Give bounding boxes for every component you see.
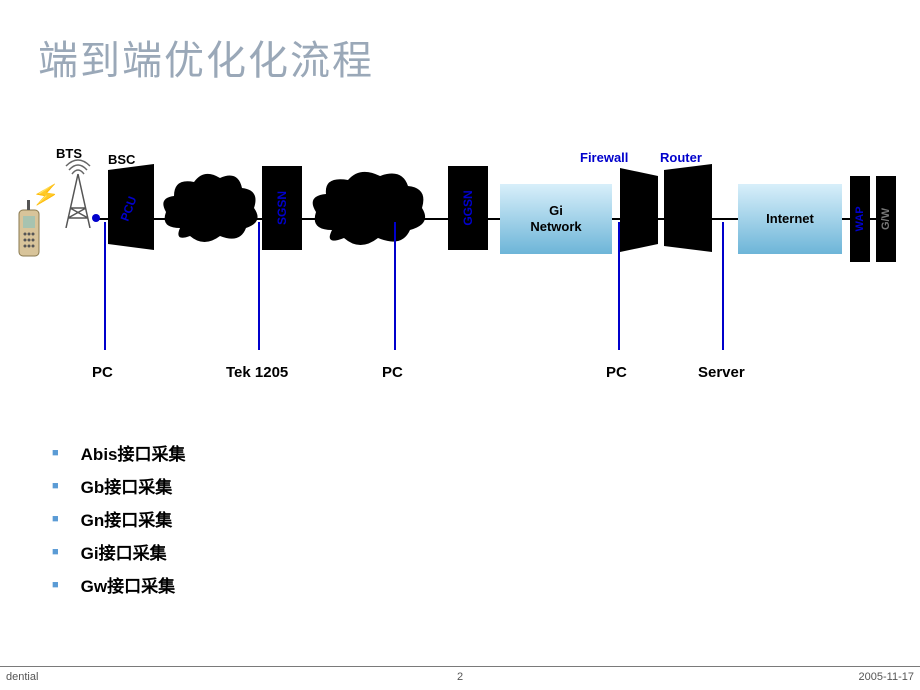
footer-date: 2005-11-17 xyxy=(859,671,914,683)
node-sgsn: SGSN xyxy=(262,166,302,250)
cloud-icon xyxy=(160,168,260,246)
slide-footer: dential 2 2005-11-17 xyxy=(0,666,920,690)
bullet-item: Abis接口采集 xyxy=(52,440,186,465)
tap-label-pc2: PC xyxy=(382,364,403,381)
node-gi-network: Gi Network xyxy=(500,184,612,254)
label-firewall: Firewall xyxy=(580,150,628,165)
node-router xyxy=(664,164,712,252)
node-ggsn: GGSN xyxy=(448,166,488,250)
network-diagram: BTS BSC Firewall Router ⚡ xyxy=(0,140,920,400)
node-gw: G/W xyxy=(876,176,896,262)
tap-line xyxy=(104,222,106,350)
slide: 端到端优化化流程 BTS BSC Firewall Router ⚡ xyxy=(0,0,920,690)
bullet-item: Gn接口采集 xyxy=(52,506,186,531)
tap-label-tek: Tek 1205 xyxy=(226,364,288,381)
label-router: Router xyxy=(660,150,702,165)
lightning-icon: ⚡ xyxy=(30,180,62,210)
label-wap: WAP xyxy=(854,206,866,231)
tap-line xyxy=(618,222,620,350)
tap-line xyxy=(722,222,724,350)
bullet-item: Gb接口采集 xyxy=(52,473,186,498)
node-bsc-pcu: PCU xyxy=(108,164,154,250)
tap-label-server: Server xyxy=(698,364,745,381)
tap-label-pc3: PC xyxy=(606,364,627,381)
node-firewall xyxy=(620,168,658,318)
link-line xyxy=(708,218,740,220)
mobile-phone-icon xyxy=(15,200,43,265)
footer-page-number: 2 xyxy=(457,671,463,683)
tap-label-pc1: PC xyxy=(92,364,113,381)
label-ggsn: GGSN xyxy=(461,190,475,225)
tap-line xyxy=(394,222,396,350)
node-internet: Internet xyxy=(738,184,842,254)
label-gw: G/W xyxy=(880,208,892,230)
bullet-list: Abis接口采集 Gb接口采集 Gn接口采集 Gi接口采集 Gw接口采集 xyxy=(52,440,186,605)
connection-dot xyxy=(92,214,100,222)
tap-line xyxy=(258,222,260,350)
cloud-icon xyxy=(310,168,428,248)
label-sgsn: SGSN xyxy=(275,191,289,225)
antenna-tower-icon xyxy=(58,158,98,233)
slide-title: 端到端优化化流程 xyxy=(38,28,374,86)
bullet-item: Gi接口采集 xyxy=(52,539,186,564)
node-wap: WAP xyxy=(850,176,870,262)
bullet-item: Gw接口采集 xyxy=(52,572,186,597)
footer-left: dential xyxy=(6,671,38,683)
